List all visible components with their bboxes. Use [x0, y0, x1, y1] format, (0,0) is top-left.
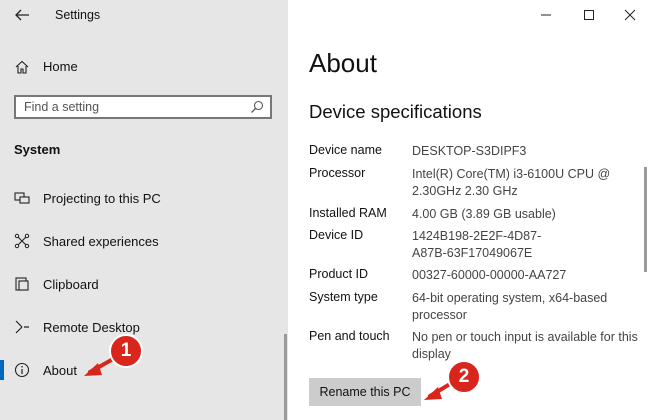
maximize-button[interactable] — [576, 4, 602, 26]
sidebar-scrollbar[interactable] — [284, 334, 287, 420]
minimize-button[interactable] — [533, 4, 559, 26]
sidebar-item-label: About — [43, 363, 77, 378]
spec-label: Installed RAM — [309, 206, 387, 220]
search-icon[interactable] — [250, 100, 264, 114]
sidebar-item-projecting[interactable]: Projecting to this PC — [0, 184, 288, 212]
minimize-icon — [533, 13, 559, 30]
app-title: Settings — [55, 8, 101, 22]
close-button[interactable] — [617, 4, 643, 26]
spec-label: Processor — [309, 166, 366, 180]
search-input[interactable] — [16, 97, 244, 117]
rename-pc-button[interactable]: Rename this PC — [309, 378, 421, 406]
back-button[interactable] — [10, 3, 34, 27]
maximize-icon — [576, 10, 602, 30]
selection-indicator — [0, 360, 4, 380]
sidebar-item-remote-desktop[interactable]: Remote Desktop — [0, 313, 288, 341]
spec-value: 1424B198-2E2F-4D87-A87B-63F17049067E — [412, 229, 542, 260]
sidebar-item-label: Remote Desktop — [43, 320, 140, 335]
spec-value: 00327-60000-00000-AA727 — [412, 268, 567, 282]
search-box[interactable] — [14, 95, 272, 119]
sidebar-item-clipboard[interactable]: Clipboard — [0, 270, 288, 298]
spec-value: 64-bit operating system, x64-based proce… — [412, 291, 608, 322]
spec-value: DESKTOP-S3DIPF3 — [412, 144, 527, 158]
sidebar: Settings Home System Projecting to this … — [0, 0, 288, 420]
spec-label: Pen and touch — [309, 329, 390, 343]
section-title: System — [14, 142, 61, 157]
back-arrow-icon — [10, 9, 34, 31]
annotation-badge-1: 1 — [109, 334, 143, 368]
projector-icon — [14, 190, 30, 206]
close-icon — [617, 9, 643, 30]
sidebar-item-about[interactable]: About — [0, 356, 288, 384]
main-scrollbar[interactable] — [644, 167, 647, 272]
sidebar-item-label: Projecting to this PC — [43, 191, 161, 206]
sidebar-item-home[interactable]: Home — [0, 54, 288, 80]
remote-desktop-icon — [14, 319, 30, 335]
main-pane: About Device specifications Device name … — [288, 0, 650, 420]
page-title: About — [309, 48, 377, 78]
spec-value: 4.00 GB (3.89 GB usable) — [412, 207, 556, 221]
spec-label: Product ID — [309, 267, 369, 281]
clipboard-icon — [14, 276, 30, 292]
home-icon — [14, 59, 30, 75]
spec-value: No pen or touch input is available for t… — [412, 330, 638, 361]
spec-label: Device ID — [309, 228, 364, 242]
section-heading: Device specifications — [309, 101, 482, 122]
sidebar-item-label: Clipboard — [43, 277, 99, 292]
shared-experiences-icon — [14, 233, 30, 249]
spec-value: Intel(R) Core(TM) i3-6100U CPU @ 2.30GHz… — [412, 167, 611, 198]
spec-label: System type — [309, 290, 378, 304]
sidebar-item-shared-experiences[interactable]: Shared experiences — [0, 227, 288, 255]
title-bar: Settings — [0, 0, 288, 32]
info-icon — [14, 362, 30, 378]
sidebar-item-label: Shared experiences — [43, 234, 159, 249]
sidebar-item-label: Home — [43, 59, 78, 74]
spec-label: Device name — [309, 143, 382, 157]
annotation-badge-2: 2 — [447, 360, 481, 394]
